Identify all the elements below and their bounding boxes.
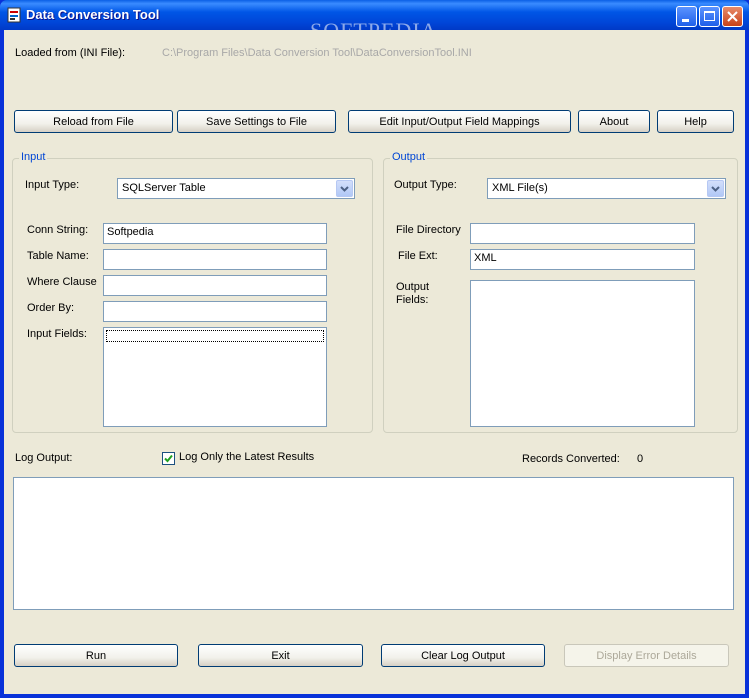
ini-file-label: Loaded from (INI File): <box>15 47 126 59</box>
output-fields-list[interactable] <box>470 280 695 427</box>
file-ext-field[interactable]: XML <box>470 249 695 270</box>
display-error-details-button[interactable]: Display Error Details <box>564 644 729 667</box>
input-group-title: Input <box>19 151 48 163</box>
run-button[interactable]: Run <box>14 644 178 667</box>
edit-mappings-button[interactable]: Edit Input/Output Field Mappings <box>348 110 571 133</box>
title-bar[interactable]: Data Conversion Tool SOFTPEDIA <box>0 0 749 43</box>
input-type-label: Input Type: <box>25 179 80 191</box>
output-type-label: Output Type: <box>394 179 457 191</box>
checkmark-icon <box>164 454 173 463</box>
conn-string-label: Conn String: <box>27 224 89 236</box>
table-name-label: Table Name: <box>27 250 89 262</box>
close-icon <box>727 11 738 22</box>
output-fields-label: Output Fields: <box>396 281 430 306</box>
input-type-value: SQLServer Table <box>122 182 206 194</box>
list-focus-row <box>106 330 324 342</box>
log-output-area[interactable] <box>13 477 734 610</box>
window-title: Data Conversion Tool <box>26 7 160 22</box>
where-clause-label: Where Clause <box>27 276 97 288</box>
log-latest-checkbox[interactable] <box>162 452 175 465</box>
conn-string-field[interactable]: Softpedia <box>103 223 327 244</box>
clear-log-button[interactable]: Clear Log Output <box>381 644 545 667</box>
save-settings-button[interactable]: Save Settings to File <box>177 110 336 133</box>
file-ext-label: File Ext: <box>398 250 438 262</box>
output-type-value: XML File(s) <box>492 182 548 194</box>
input-type-dropdown-button[interactable] <box>336 180 353 197</box>
client-area: Loaded from (INI File): C:\Program Files… <box>4 30 745 694</box>
log-latest-label[interactable]: Log Only the Latest Results <box>179 451 314 463</box>
maximize-icon <box>704 11 715 21</box>
app-window: Data Conversion Tool SOFTPEDIA Loaded fr… <box>0 0 749 698</box>
records-converted-value: 0 <box>637 453 644 465</box>
output-type-dropdown-button[interactable] <box>707 180 724 197</box>
close-button[interactable] <box>722 6 743 27</box>
input-type-select[interactable]: SQLServer Table <box>117 178 355 199</box>
chevron-down-icon <box>340 186 349 192</box>
exit-button[interactable]: Exit <box>198 644 363 667</box>
input-fields-label: Input Fields: <box>27 328 87 340</box>
table-name-field[interactable] <box>103 249 327 270</box>
records-converted-label: Records Converted: <box>522 453 620 465</box>
output-type-select[interactable]: XML File(s) <box>487 178 726 199</box>
input-fields-list[interactable] <box>103 327 327 427</box>
ini-file-path: C:\Program Files\Data Conversion Tool\Da… <box>162 47 472 59</box>
order-by-field[interactable] <box>103 301 327 322</box>
order-by-label: Order By: <box>27 302 75 314</box>
minimize-icon <box>682 19 689 22</box>
file-directory-field[interactable] <box>470 223 695 244</box>
help-button[interactable]: Help <box>657 110 734 133</box>
chevron-down-icon <box>711 186 720 192</box>
app-icon <box>7 7 21 23</box>
minimize-button[interactable] <box>676 6 697 27</box>
reload-from-file-button[interactable]: Reload from File <box>14 110 173 133</box>
where-clause-field[interactable] <box>103 275 327 296</box>
output-group-title: Output <box>390 151 428 163</box>
maximize-button[interactable] <box>699 6 720 27</box>
about-button[interactable]: About <box>578 110 650 133</box>
log-output-label: Log Output: <box>15 452 73 464</box>
file-directory-label: File Directory <box>396 224 461 236</box>
